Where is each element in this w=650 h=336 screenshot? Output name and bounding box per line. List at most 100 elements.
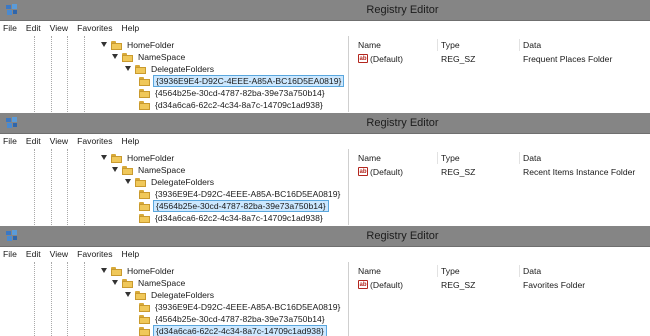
tree-node-homefolder[interactable]: HomeFolder <box>100 152 176 164</box>
list-item[interactable]: ab (Default) REG_SZ Favorites Folder <box>353 279 650 291</box>
tree-node-label: {4564b25e-30cd-4787-82ba-39e73a750b14} <box>155 88 325 98</box>
menu-favorites[interactable]: Favorites <box>73 134 117 148</box>
menu-edit[interactable]: Edit <box>22 247 46 261</box>
chevron-down-icon[interactable] <box>100 267 108 275</box>
chevron-down-icon[interactable] <box>111 166 119 174</box>
list-header: Name Type Data <box>353 151 650 165</box>
chevron-down-icon[interactable] <box>124 65 132 73</box>
tree-node-key[interactable]: {3936E9E4-D92C-4EEE-A85A-BC16D5EA0819} <box>139 301 342 313</box>
tree-node-label: {4564b25e-30cd-4787-82ba-39e73a750b14} <box>155 314 325 324</box>
column-header-name[interactable]: Name <box>358 38 381 52</box>
value-name: (Default) <box>370 167 403 177</box>
tree-node-label: DelegateFolders <box>151 290 215 300</box>
menu-favorites[interactable]: Favorites <box>73 21 117 35</box>
chevron-down-icon[interactable] <box>124 291 132 299</box>
tree-node-namespace[interactable]: NameSpace <box>111 164 187 176</box>
value-data: Favorites Folder <box>523 280 586 290</box>
tree-node-key[interactable]: {3936E9E4-D92C-4EEE-A85A-BC16D5EA0819} <box>139 188 342 200</box>
folder-open-icon <box>111 266 122 276</box>
menu-view[interactable]: View <box>46 247 73 261</box>
tree-guide-line <box>84 36 85 112</box>
values-list[interactable]: Name Type Data ab (Default) REG_SZ Favor… <box>353 262 650 336</box>
tree-pane[interactable]: HomeFolder NameSpace DelegateFolders {39… <box>0 149 349 225</box>
tree-node-homefolder[interactable]: HomeFolder <box>100 265 176 277</box>
menu-help[interactable]: Help <box>118 247 145 261</box>
chevron-down-icon[interactable] <box>124 178 132 186</box>
column-divider[interactable] <box>519 39 520 51</box>
registry-editor-window: Registry Editor File Edit View Favorites Hel… <box>0 226 650 336</box>
folder-icon <box>139 302 150 312</box>
menu-edit[interactable]: Edit <box>22 21 46 35</box>
menu-file[interactable]: File <box>0 247 22 261</box>
tree-node-delegatefolders[interactable]: DelegateFolders <box>124 176 216 188</box>
column-header-name[interactable]: Name <box>358 264 381 278</box>
column-divider[interactable] <box>437 152 438 164</box>
tree-pane[interactable]: HomeFolder NameSpace DelegateFolders {39… <box>0 36 349 112</box>
column-divider[interactable] <box>437 39 438 51</box>
chevron-down-icon[interactable] <box>111 53 119 61</box>
folder-icon <box>139 326 150 336</box>
tree-guide-line <box>51 262 52 336</box>
chevron-down-icon[interactable] <box>100 41 108 49</box>
menu-favorites[interactable]: Favorites <box>73 247 117 261</box>
column-divider[interactable] <box>437 265 438 277</box>
tree-node-key[interactable]: {d34a6ca6-62c2-4c34-8a7c-14709c1ad938} <box>139 212 325 224</box>
chevron-down-icon[interactable] <box>100 154 108 162</box>
column-header-data[interactable]: Data <box>523 151 541 165</box>
menu-view[interactable]: View <box>46 21 73 35</box>
folder-open-icon <box>122 165 133 175</box>
tree-guide-line <box>67 36 68 112</box>
menu-help[interactable]: Help <box>118 134 145 148</box>
tree-node-key[interactable]: {d34a6ca6-62c2-4c34-8a7c-14709c1ad938} <box>139 99 325 111</box>
menu-file[interactable]: File <box>0 21 22 35</box>
tree-node-key[interactable]: {4564b25e-30cd-4787-82ba-39e73a750b14} <box>139 200 329 212</box>
tree-node-label: {d34a6ca6-62c2-4c34-8a7c-14709c1ad938} <box>153 325 327 336</box>
list-item[interactable]: ab (Default) REG_SZ Recent Items Instanc… <box>353 166 650 178</box>
column-header-data[interactable]: Data <box>523 38 541 52</box>
registry-editor-window: Registry Editor File Edit View Favorites Hel… <box>0 113 650 225</box>
tree-node-delegatefolders[interactable]: DelegateFolders <box>124 289 216 301</box>
menu-help[interactable]: Help <box>118 21 145 35</box>
registry-editor-window: Registry Editor File Edit View Favorites Hel… <box>0 0 650 112</box>
value-type: REG_SZ <box>441 54 476 64</box>
column-divider[interactable] <box>519 265 520 277</box>
tree-node-label: {4564b25e-30cd-4787-82ba-39e73a750b14} <box>153 200 329 212</box>
tree-node-label: NameSpace <box>138 278 186 288</box>
folder-open-icon <box>135 290 146 300</box>
values-list[interactable]: Name Type Data ab (Default) REG_SZ Frequ… <box>353 36 650 112</box>
menu-view[interactable]: View <box>46 134 73 148</box>
tree-node-key[interactable]: {d34a6ca6-62c2-4c34-8a7c-14709c1ad938} <box>139 325 327 336</box>
folder-icon <box>139 189 150 199</box>
menu-file[interactable]: File <box>0 134 22 148</box>
title-bar[interactable]: Registry Editor <box>0 113 650 134</box>
values-list[interactable]: Name Type Data ab (Default) REG_SZ Recen… <box>353 149 650 225</box>
folder-open-icon <box>122 52 133 62</box>
list-header: Name Type Data <box>353 38 650 52</box>
tree-pane[interactable]: HomeFolder NameSpace DelegateFolders {39… <box>0 262 349 336</box>
column-header-type[interactable]: Type <box>441 151 460 165</box>
title-bar[interactable]: Registry Editor <box>0 0 650 21</box>
column-header-data[interactable]: Data <box>523 264 541 278</box>
column-divider[interactable] <box>519 152 520 164</box>
menu-bar: File Edit View Favorites Help <box>0 247 650 261</box>
folder-icon <box>139 201 150 211</box>
title-bar[interactable]: Registry Editor <box>0 226 650 247</box>
list-item[interactable]: ab (Default) REG_SZ Frequent Places Fold… <box>353 53 650 65</box>
tree-node-label: HomeFolder <box>127 266 175 276</box>
tree-node-key[interactable]: {4564b25e-30cd-4787-82ba-39e73a750b14} <box>139 313 327 325</box>
tree-node-homefolder[interactable]: HomeFolder <box>100 39 176 51</box>
tree-node-key[interactable]: {4564b25e-30cd-4787-82ba-39e73a750b14} <box>139 87 327 99</box>
tree-node-namespace[interactable]: NameSpace <box>111 277 187 289</box>
tree-node-namespace[interactable]: NameSpace <box>111 51 187 63</box>
folder-icon <box>139 100 150 110</box>
value-data: Recent Items Instance Folder <box>523 167 636 177</box>
menu-edit[interactable]: Edit <box>22 134 46 148</box>
folder-icon <box>139 314 150 324</box>
tree-node-key[interactable]: {3936E9E4-D92C-4EEE-A85A-BC16D5EA0819} <box>139 75 345 87</box>
menu-bar: File Edit View Favorites Help <box>0 21 650 35</box>
column-header-name[interactable]: Name <box>358 151 381 165</box>
tree-node-delegatefolders[interactable]: DelegateFolders <box>124 63 216 75</box>
column-header-type[interactable]: Type <box>441 264 460 278</box>
column-header-type[interactable]: Type <box>441 38 460 52</box>
chevron-down-icon[interactable] <box>111 279 119 287</box>
